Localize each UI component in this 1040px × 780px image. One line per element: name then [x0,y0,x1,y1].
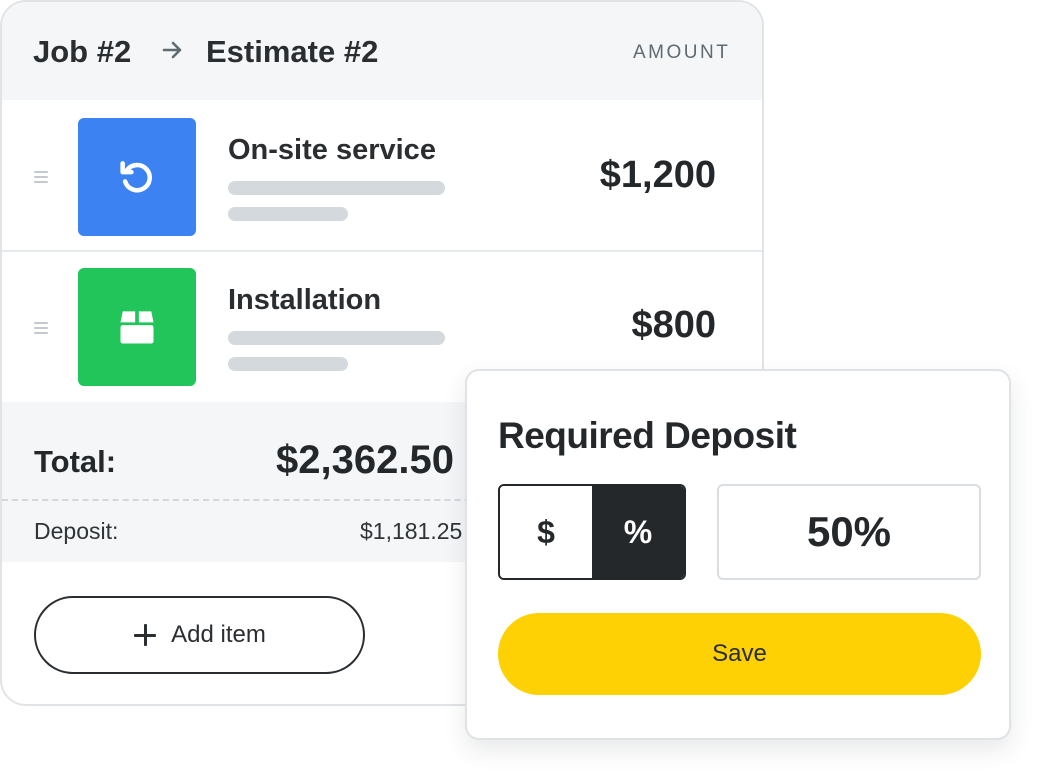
save-button[interactable]: Save [498,613,981,695]
description-placeholder-bar [228,357,348,371]
deposit-type-toggle[interactable]: $ % [498,484,686,580]
required-deposit-popover: Required Deposit $ % 50% Save [465,369,1011,740]
item-amount[interactable]: $1,200 [600,154,716,197]
add-item-label: Add item [171,621,266,648]
description-placeholder-bar [228,331,445,345]
dollar-option[interactable]: $ [500,486,592,578]
arrow-right-icon [162,41,182,59]
item-name: Installation [228,284,382,316]
percent-option[interactable]: % [592,486,684,578]
deposit-value-input[interactable]: 50% [717,484,981,580]
amount-column-header: AMOUNT [633,42,731,63]
item-amount[interactable]: $800 [631,304,716,347]
rotate-ccw-icon [120,161,152,193]
deposit-label: Deposit: [34,518,119,544]
breadcrumb-estimate: Estimate #2 [206,34,379,69]
box-icon [120,311,154,344]
estimate-header: Job #2 Estimate #2 AMOUNT [2,2,762,102]
item-icon-tile [78,268,196,386]
item-name: On-site service [228,134,436,166]
description-placeholder-bar [228,181,445,195]
plus-icon [133,623,157,647]
total-label: Total: [34,444,117,479]
total-value: $2,362.50 [276,438,454,482]
item-icon-tile [78,118,196,236]
deposit-value: $1,181.25 [360,518,463,544]
drag-handle-icon[interactable] [34,171,48,183]
add-item-button[interactable]: Add item [34,596,365,674]
breadcrumb-job[interactable]: Job #2 [33,34,131,70]
description-placeholder-bar [228,207,348,221]
line-item[interactable]: On-site service $1,200 [2,100,762,252]
drag-handle-icon[interactable] [34,322,48,334]
popover-title: Required Deposit [498,415,797,456]
